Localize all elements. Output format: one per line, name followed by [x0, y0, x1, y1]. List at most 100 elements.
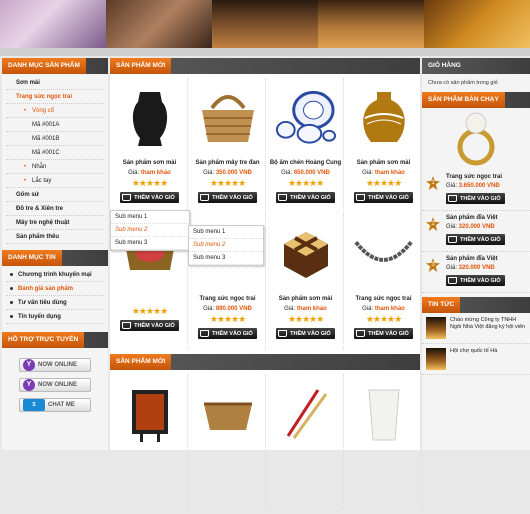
price-value: 350.000 VNĐ [215, 170, 252, 176]
bestseller-price: Giá: 320.000 VNĐ [446, 265, 524, 271]
add-to-cart-button[interactable]: THÊM VÀO GIỎ [446, 275, 505, 286]
product-name[interactable] [112, 296, 187, 304]
product-image[interactable] [118, 376, 181, 452]
news-item[interactable]: Chào mừng Công ty TNHH Ngôi Nhà Việt đăn… [422, 313, 530, 344]
submenu-item[interactable]: Sub menu 2 [189, 239, 263, 252]
product-name[interactable]: Sản phẩm sơn mài [268, 296, 343, 304]
support-list: Y NOW ONLINE Y NOW ONLINE S CHAT ME [2, 348, 108, 424]
support-button[interactable]: Y NOW ONLINE [19, 378, 91, 392]
bestseller-list: 1 Trang sức ngọc trai Giá: 3.650.000 VNĐ TH… [422, 170, 530, 293]
product-name[interactable]: Sản phẩm sơn mài [112, 160, 187, 168]
submenu-item[interactable]: Sub menu 2 [111, 224, 189, 237]
bestseller-name[interactable]: Trang sức ngọc trai [446, 174, 524, 180]
product-card[interactable] [346, 374, 422, 510]
product-image[interactable] [352, 216, 415, 292]
news-item[interactable]: Hội chợ quốc tế Hà [422, 344, 530, 375]
category-item[interactable]: • Lắc tay [6, 174, 104, 188]
bestseller-header: SẢN PHẨM BÁN CHẠY [422, 92, 530, 108]
category-item[interactable]: • Vòng cổ [6, 104, 104, 118]
add-to-cart-button[interactable]: THÊM VÀO GIỎ [120, 320, 179, 331]
add-to-cart-label: THÊM VÀO GIỎ [134, 322, 175, 329]
product-name[interactable]: Bộ ấm chén Hoàng Cung [268, 160, 343, 168]
news-thumbnail[interactable] [426, 317, 446, 339]
news-header: TIN TỨC [422, 297, 530, 313]
product-card[interactable]: Sản phẩm sơn mài Giá: tham khảo ★★★★★ THÊM … [268, 214, 344, 350]
right-sidebar: GIỎ HÀNG Chưa có sản phẩm trong giỏ SẢN … [422, 58, 530, 450]
banner-image [212, 0, 318, 48]
product-image[interactable] [352, 376, 415, 452]
cart-header: GIỎ HÀNG [422, 58, 530, 74]
product-card[interactable] [112, 374, 188, 510]
add-to-cart-button[interactable]: THÊM VÀO GIỎ [446, 193, 505, 204]
news-text[interactable]: Chào mừng Công ty TNHH Ngôi Nhà Việt đăn… [450, 317, 526, 339]
category-item[interactable]: Sơn mài [6, 76, 104, 90]
product-image[interactable] [196, 80, 259, 156]
bestseller-item[interactable]: 1 Trang sức ngọc trai Giá: 3.650.000 VNĐ TH… [422, 170, 530, 211]
category-item[interactable]: • Nhẫn [6, 160, 104, 174]
product-image[interactable] [274, 216, 337, 292]
product-card[interactable]: Sản phẩm sơn mài Giá: tham khảo ★★★★★ THÊM … [112, 78, 188, 214]
product-name[interactable]: Trang sức ngọc trai [346, 296, 421, 304]
product-card[interactable]: Sản phẩm mây tre đan Giá: 350.000 VNĐ ★★★★… [190, 78, 266, 214]
product-card[interactable] [268, 374, 344, 510]
cart-icon [278, 330, 288, 337]
bestseller-name[interactable]: Sản phẩm đĩa Việt [446, 215, 524, 221]
news-category-item[interactable]: Tin tuyển dụng [6, 310, 104, 324]
product-image[interactable] [118, 80, 181, 156]
product-name[interactable]: Sản phẩm sơn mài [346, 160, 421, 168]
news-category-item[interactable]: Tư vấn tiêu dùng [6, 296, 104, 310]
product-card[interactable]: Sản phẩm sơn mài Giá: tham khảo ★★★★★ THÊM … [346, 78, 422, 214]
add-to-cart-button[interactable]: THÊM VÀO GIỎ [198, 328, 257, 339]
add-to-cart-button[interactable]: THÊM VÀO GIỎ [354, 192, 413, 203]
submenu-item[interactable]: Sub menu 1 [111, 211, 189, 224]
price-label: Giá: [203, 306, 216, 312]
cart-icon [356, 194, 366, 201]
product-image[interactable] [274, 80, 337, 156]
star-badge-icon: 3 [426, 258, 440, 272]
category-item[interactable]: Sản phẩm thêu [6, 230, 104, 244]
support-header: HỖ TRỢ TRỰC TUYẾN [2, 332, 108, 348]
add-to-cart-label: THÊM VÀO GIỎ [368, 194, 409, 201]
bestseller-name[interactable]: Sản phẩm đĩa Việt [446, 256, 524, 262]
add-to-cart-button[interactable]: THÊM VÀO GIỎ [198, 192, 257, 203]
product-image[interactable] [274, 376, 337, 452]
price-label: Giá: [362, 170, 375, 176]
support-button[interactable]: Y NOW ONLINE [19, 358, 91, 372]
category-item[interactable]: Mây tre nghệ thuật [6, 216, 104, 230]
add-to-cart-button[interactable]: THÊM VÀO GIỎ [446, 234, 505, 245]
submenu-item[interactable]: Sub menu 3 [111, 237, 189, 250]
news-text[interactable]: Hội chợ quốc tế Hà [450, 348, 497, 370]
category-item[interactable]: Mã #001B [6, 132, 104, 146]
category-item[interactable]: Đồ tre & Xiên tre [6, 202, 104, 216]
product-image[interactable] [352, 80, 415, 156]
bullet-icon: • [24, 164, 27, 170]
category-item[interactable]: Trang sức ngọc trai [6, 90, 104, 104]
category-item[interactable]: Mã #001C [6, 146, 104, 160]
add-to-cart-button[interactable]: THÊM VÀO GIỎ [276, 192, 335, 203]
product-name[interactable]: Trang sức ngọc trai [190, 296, 265, 304]
bestseller-item[interactable]: 3 Sản phẩm đĩa Việt Giá: 320.000 VNĐ THÊM V… [422, 252, 530, 293]
new-products-header-2: SẢN PHẨM MỚI [110, 354, 420, 370]
submenu-item[interactable]: Sub menu 3 [189, 252, 263, 265]
news-category-item[interactable]: Chương trình khuyến mại [6, 268, 104, 282]
category-label: Sản phẩm thêu [16, 234, 60, 240]
category-item[interactable]: Mã #001A [6, 118, 104, 132]
news-thumbnail[interactable] [426, 348, 446, 370]
product-card[interactable] [190, 374, 266, 510]
news-category-item[interactable]: Đánh giá sản phẩm [6, 282, 104, 296]
add-to-cart-button[interactable]: THÊM VÀO GIỎ [276, 328, 335, 339]
banner-image [424, 0, 530, 48]
bestseller-item[interactable]: 2 Sản phẩm đĩa Việt Giá: 320.000 VNĐ THÊM V… [422, 211, 530, 252]
category-item[interactable]: Gốm sứ [6, 188, 104, 202]
submenu-item[interactable]: Sub menu 1 [189, 226, 263, 239]
product-card[interactable]: Trang sức ngọc trai Giá: tham khảo ★★★★★ TH… [346, 214, 422, 350]
add-to-cart-button[interactable]: THÊM VÀO GIỎ [354, 328, 413, 339]
nav-strip [0, 48, 530, 56]
add-to-cart-button[interactable]: THÊM VÀO GIỎ [120, 192, 179, 203]
product-image[interactable] [196, 376, 259, 452]
product-card[interactable]: Bộ ấm chén Hoàng Cung Giá: 650.000 VNĐ ★★★… [268, 78, 344, 214]
bestseller-image[interactable] [422, 108, 530, 170]
category-label: Gốm sứ [16, 192, 40, 198]
support-button[interactable]: S CHAT ME [19, 398, 91, 412]
product-name[interactable]: Sản phẩm mây tre đan [190, 160, 265, 168]
